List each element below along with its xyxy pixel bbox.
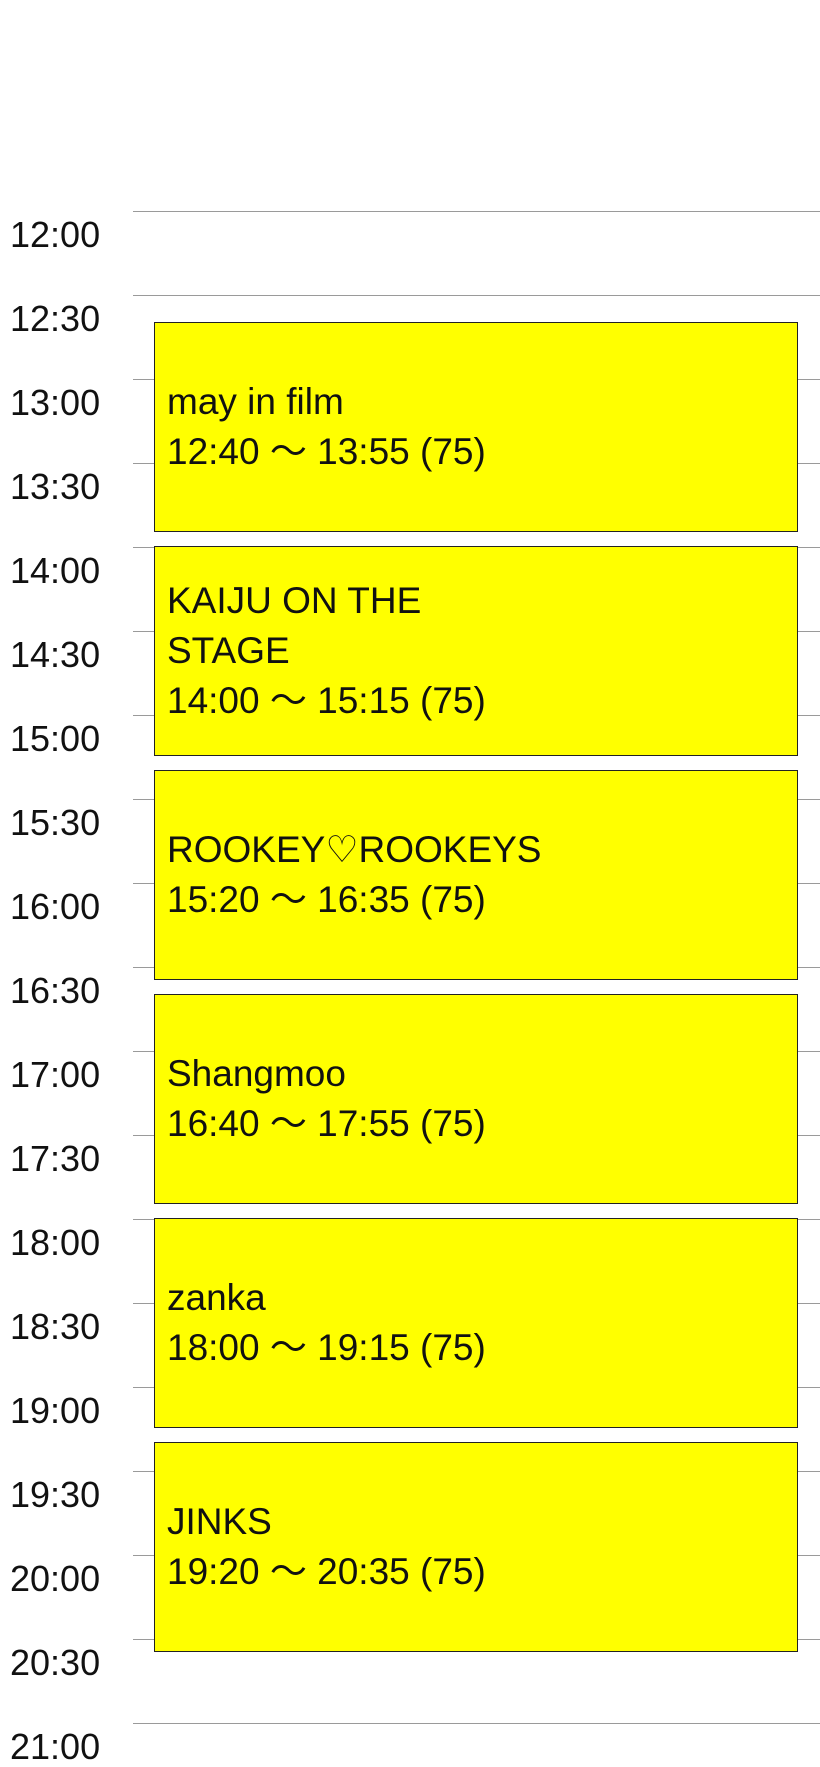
time-label: 12:00 <box>10 214 101 255</box>
event-block[interactable]: JINKS 19:20 〜 20:35 (75) <box>154 1442 798 1652</box>
time-label: 14:30 <box>10 634 101 675</box>
time-label: 16:30 <box>10 970 101 1011</box>
event-block[interactable]: zanka 18:00 〜 19:15 (75) <box>154 1218 798 1428</box>
event-name: may in film <box>167 381 344 422</box>
event-time: 15:20 〜 16:35 (75) <box>167 879 486 920</box>
event-block[interactable]: ROOKEY♡ROOKEYS 15:20 〜 16:35 (75) <box>154 770 798 980</box>
timetable: 12:00 12:30 13:00 13:30 14:00 14:30 15:0… <box>0 0 820 1767</box>
event-time: 16:40 〜 17:55 (75) <box>167 1103 486 1144</box>
event-time: 14:00 〜 15:15 (75) <box>167 680 486 721</box>
event-name: Shangmoo <box>167 1053 346 1094</box>
time-label: 20:30 <box>10 1642 101 1683</box>
event-time: 12:40 〜 13:55 (75) <box>167 431 486 472</box>
event-time: 19:20 〜 20:35 (75) <box>167 1551 486 1592</box>
time-label: 21:00 <box>10 1726 101 1767</box>
time-label: 15:30 <box>10 802 101 843</box>
time-label: 13:00 <box>10 382 101 423</box>
grid-line <box>133 211 820 212</box>
event-time: 18:00 〜 19:15 (75) <box>167 1327 486 1368</box>
time-label: 18:00 <box>10 1222 101 1263</box>
time-label: 19:30 <box>10 1474 101 1515</box>
event-block[interactable]: Shangmoo 16:40 〜 17:55 (75) <box>154 994 798 1204</box>
time-label: 18:30 <box>10 1306 101 1347</box>
event-name: JINKS <box>167 1501 272 1542</box>
time-label: 20:00 <box>10 1558 101 1599</box>
event-name: KAIJU ON THE STAGE <box>167 580 422 671</box>
time-label: 19:00 <box>10 1390 101 1431</box>
grid-line <box>133 295 820 296</box>
event-name: ROOKEY♡ROOKEYS <box>167 829 542 870</box>
event-block[interactable]: KAIJU ON THE STAGE 14:00 〜 15:15 (75) <box>154 546 798 756</box>
time-label: 13:30 <box>10 466 101 507</box>
event-block[interactable]: may in film 12:40 〜 13:55 (75) <box>154 322 798 532</box>
time-label: 12:30 <box>10 298 101 339</box>
time-label: 17:00 <box>10 1054 101 1095</box>
event-name: zanka <box>167 1277 266 1318</box>
grid-line <box>133 1723 820 1724</box>
time-label: 15:00 <box>10 718 101 759</box>
time-label: 17:30 <box>10 1138 101 1179</box>
time-label: 14:00 <box>10 550 101 591</box>
time-label: 16:00 <box>10 886 101 927</box>
